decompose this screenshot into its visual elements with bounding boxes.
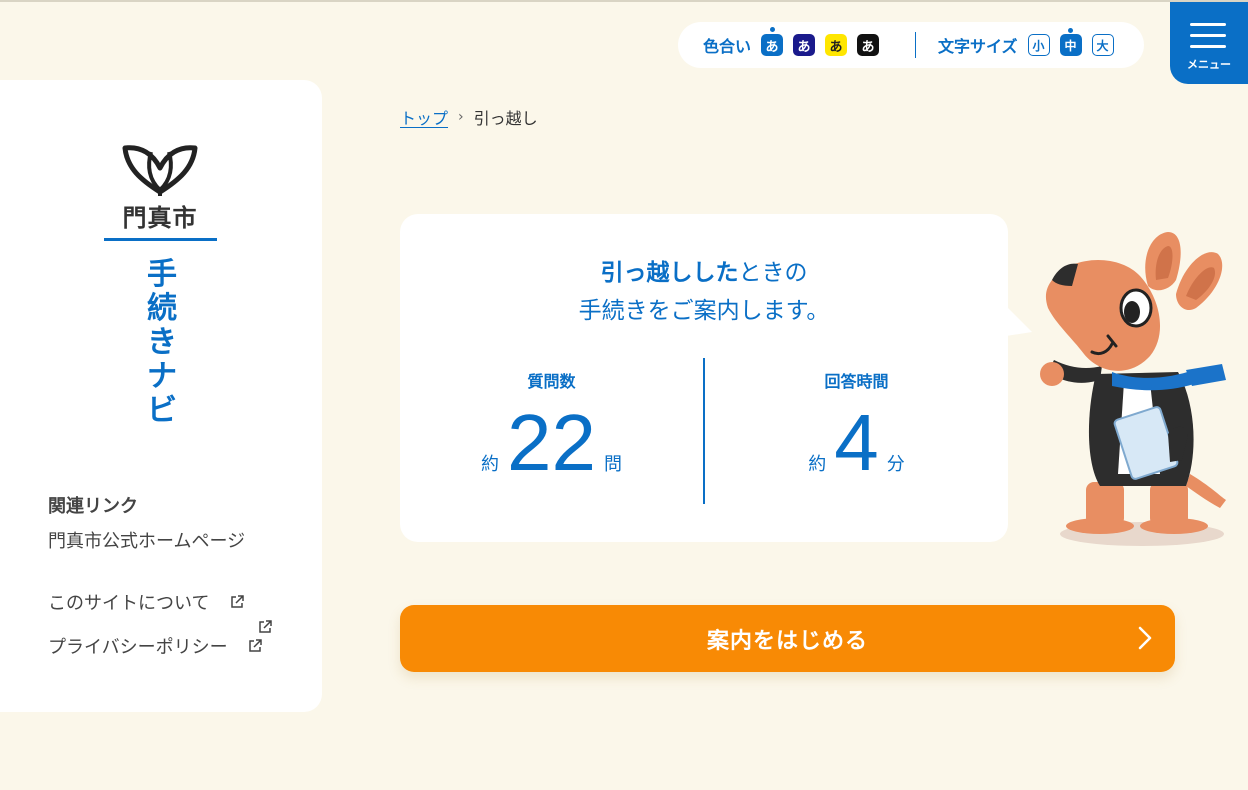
question-count-value: 22 (507, 398, 596, 487)
sidebar: 門真市 手続きナビ 関連リンク 門真市公式ホームページ このサイトについて プラ… (0, 80, 322, 712)
menu-label: メニュー (1187, 58, 1231, 71)
answer-time-value: 4 (834, 398, 879, 487)
answer-time-unit: 分 (886, 454, 905, 475)
answer-time-stat: 回答時間 約 4 分 (705, 368, 1008, 488)
external-link-icon (231, 595, 244, 608)
card-heading-line2: 手続きをご案内します。 (578, 298, 830, 324)
question-count-label: 質問数 (527, 372, 576, 391)
chevron-right-icon: › (458, 109, 464, 125)
font-size-label: 文字サイズ (938, 37, 1018, 56)
hamburger-icon-bar (1190, 45, 1226, 48)
breadcrumb-home-link[interactable]: トップ (400, 105, 448, 129)
mascot-character-illustration (1040, 232, 1226, 546)
color-scheme-navy-button[interactable]: あ (793, 34, 816, 56)
procedure-info-card: 引っ越ししたときの 手続きをご案内します。 質問数 約 22 問 回答時間 約 … (400, 214, 1032, 542)
hamburger-icon (1190, 23, 1226, 26)
menu-button[interactable]: メニュー (1170, 2, 1248, 84)
start-guide-label: 案内をはじめる (706, 628, 868, 654)
related-links-heading: 関連リンク (48, 496, 138, 517)
color-scheme-blue-button[interactable]: あ (761, 27, 784, 56)
question-count-prefix: 約 (481, 454, 499, 475)
link-privacy-policy[interactable]: プライバシーポリシー (48, 637, 228, 659)
card-heading-bold: 引っ越しした (600, 260, 739, 286)
font-size-small-button[interactable]: 小 (1027, 34, 1050, 56)
hamburger-icon-bar (1190, 34, 1226, 37)
start-guide-button[interactable]: 案内をはじめる (400, 605, 1175, 672)
chevron-right-icon (1138, 626, 1152, 650)
link-official-homepage-label: 門真市公式ホームページ (48, 531, 246, 552)
settings-divider (915, 32, 917, 58)
link-official-homepage[interactable]: 門真市公式ホームページ (48, 531, 248, 553)
color-scheme-black-button[interactable]: あ (857, 34, 880, 56)
link-privacy-policy-label: プライバシーポリシー (48, 637, 228, 658)
font-size-large-button[interactable]: 大 (1091, 34, 1114, 56)
site-title: 手続きナビ (147, 257, 177, 428)
answer-time-label: 回答時間 (824, 372, 889, 391)
color-scheme-yellow-button[interactable]: あ (825, 34, 848, 56)
external-link-icon (249, 639, 262, 652)
font-size-medium-button[interactable]: 中 (1059, 28, 1082, 56)
card-heading-rest: ときの (738, 260, 808, 286)
breadcrumb: トップ › 引っ越し (400, 105, 538, 129)
city-emblem-icon (122, 145, 198, 196)
logo-underline (104, 238, 217, 241)
question-count-stat: 質問数 約 22 問 (400, 368, 703, 488)
card-heading: 引っ越ししたときの 手続きをご案内します。 (400, 254, 1008, 330)
link-about-site-label: このサイトについて (48, 593, 210, 614)
display-settings: 色合い あ あ あ あ 文字サイズ 小 中 大 (678, 22, 1144, 68)
answer-time-prefix: 約 (808, 454, 827, 475)
link-about-site[interactable]: このサイトについて (48, 593, 209, 615)
color-scheme-label: 色合い (703, 37, 752, 56)
city-name: 門真市 (122, 204, 198, 232)
breadcrumb-current: 引っ越し (473, 109, 538, 128)
external-link-icon (259, 620, 272, 633)
question-count-unit: 問 (603, 454, 622, 475)
